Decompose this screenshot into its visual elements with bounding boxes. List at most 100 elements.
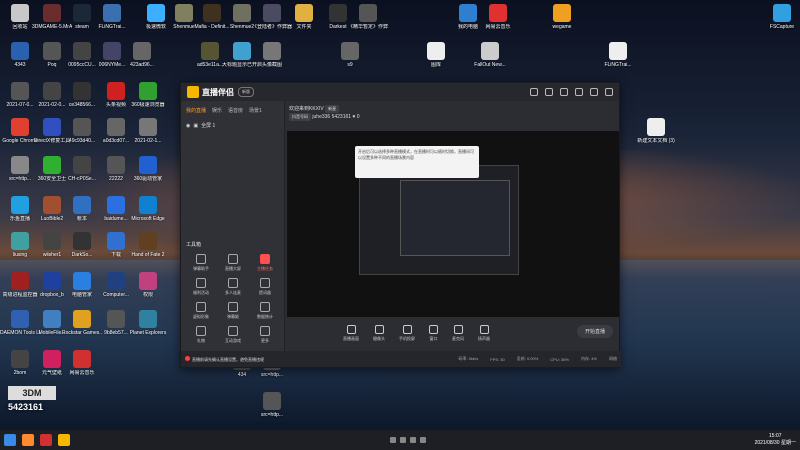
tab-entertainment[interactable]: 娱乐 — [212, 107, 222, 114]
live-app-window[interactable]: 直播伴侣 新版 我的直播 娱乐 语音房 场景1 ◉ ▣ 全屏 1 工具箱 弹幕助… — [180, 82, 621, 368]
desktop-icon[interactable]: Hand of Fate 2 — [128, 232, 168, 266]
desktop-icon[interactable]: 2021-02-1... — [128, 118, 168, 152]
desktop-icon[interactable]: Microsoft Edge — [128, 196, 168, 230]
room-count: 0 — [356, 114, 360, 120]
desktop-icon[interactable]: src=http... — [252, 392, 292, 426]
source-control[interactable]: 窗口 — [429, 324, 438, 342]
scene-item[interactable]: ◉ ▣ 全屏 1 — [181, 120, 284, 131]
tool-icon — [196, 326, 206, 336]
desktop-icon-label: wegame — [552, 24, 572, 30]
settings-icon[interactable] — [560, 88, 568, 96]
watermark-id: 5423161 — [8, 402, 44, 412]
app-titlebar[interactable]: 直播伴侣 新版 — [181, 83, 619, 101]
tool-item[interactable]: 主播任务 — [249, 254, 281, 272]
desktop-app-icon — [263, 392, 281, 410]
desktop-icon[interactable]: s9 — [330, 42, 370, 76]
tab-scene-1[interactable]: 场景1 — [249, 107, 262, 114]
desktop-icon[interactable]: FSCapture — [762, 4, 800, 38]
desktop-app-icon — [359, 4, 377, 22]
desktop-icon-label: Hand of Fate 2 — [131, 252, 165, 258]
desktop-icon[interactable]: FallOut New... — [470, 42, 510, 76]
desktop-icon[interactable]: 图库 — [416, 42, 456, 76]
desktop-app-icon — [103, 4, 121, 22]
tool-label: 多人连麦 — [225, 290, 241, 295]
desktop-app-icon — [481, 42, 499, 60]
desktop-app-icon — [647, 118, 665, 136]
desktop-app-icon — [43, 42, 61, 60]
desktop-app-icon — [43, 272, 61, 290]
source-control-label: 扬声器 — [478, 335, 490, 341]
desktop-icon[interactable]: 网易云音乐 — [478, 4, 518, 38]
desktop-icon[interactable]: 权限 — [128, 272, 168, 306]
avatar-icon[interactable] — [530, 88, 538, 96]
desktop-icon[interactable]: Planet Explorers — [128, 310, 168, 344]
taskbar-app-1-icon[interactable] — [22, 434, 34, 446]
desktop-icon[interactable]: FLiNGTrai... — [598, 42, 638, 76]
desktop-icon-label: 网易云音乐 — [69, 370, 95, 376]
desktop-icon-label: 360极速浏览器 — [131, 102, 165, 108]
tool-label: 直播大屏 — [225, 266, 241, 271]
desktop-icon[interactable]: 360极速浏览器 — [128, 82, 168, 116]
desktop-icon[interactable]: 《精华暂定》作弊... — [348, 4, 388, 38]
tool-item[interactable]: 提词器 — [249, 278, 281, 296]
lock-icon[interactable]: ▣ — [193, 123, 198, 129]
maximize-icon[interactable] — [590, 88, 598, 96]
source-control[interactable]: 摄像头 — [373, 324, 385, 342]
desktop-icon[interactable]: 360驱动管家 — [128, 156, 168, 190]
tab-voice-room[interactable]: 语音房 — [228, 107, 243, 114]
desktop-icon[interactable]: 423ad96... — [122, 42, 162, 76]
desktop-icon-label: src=http... — [260, 372, 284, 378]
start-icon[interactable] — [4, 434, 16, 446]
tool-label: 礼物 — [197, 338, 205, 343]
tray-icon[interactable] — [390, 437, 397, 443]
desktop-icon-label: FSCapture — [769, 24, 795, 30]
desktop-icon[interactable]: 新建文本文档 (3) — [636, 118, 676, 152]
tool-item[interactable]: 数据统计 — [249, 302, 281, 320]
tool-item[interactable]: 更多 — [249, 326, 281, 344]
desktop-app-icon — [107, 82, 125, 100]
tool-item[interactable]: 福利活动 — [185, 278, 217, 296]
source-control-label: 窗口 — [429, 335, 438, 341]
tool-label: 更多 — [261, 338, 269, 343]
taskbar-app-2-icon[interactable] — [40, 434, 52, 446]
tool-item[interactable]: 虚拟形象 — [185, 302, 217, 320]
tool-item[interactable]: 直播大屏 — [217, 254, 249, 272]
tray-icon[interactable] — [400, 437, 407, 443]
go-live-button[interactable]: 开始直播 — [576, 325, 613, 338]
clock[interactable]: 15:07 2021/08/30 星期一 — [755, 433, 796, 447]
tool-item[interactable]: 多人连麦 — [217, 278, 249, 296]
app-statusbar: 直播前请先确认直播设置，避免直播违规 码率: 0kb/s FPS: 30 丢帧:… — [181, 351, 621, 367]
source-control[interactable]: 扬声器 — [478, 324, 490, 342]
version-badge[interactable]: 新版 — [238, 87, 254, 97]
tool-icon — [260, 326, 270, 336]
desktop-app-icon — [103, 42, 121, 60]
source-control[interactable]: 手机投屏 — [399, 324, 415, 342]
tab-my-live[interactable]: 我的直播 — [186, 107, 206, 114]
tool-icon — [260, 302, 270, 312]
source-control[interactable]: 麦克风 — [452, 324, 464, 342]
taskbar-app-3-icon[interactable] — [58, 434, 70, 446]
desktop-icon[interactable]: 头像截图 — [252, 42, 292, 76]
desktop-icon[interactable]: wegame — [542, 4, 582, 38]
tray-icon[interactable] — [410, 437, 417, 443]
desktop-icon[interactable]: FLiNGTrai... — [92, 4, 132, 38]
tool-icon — [228, 254, 238, 264]
tool-item[interactable]: 礼物 — [185, 326, 217, 344]
eye-icon[interactable]: ◉ — [186, 123, 190, 129]
close-icon[interactable] — [605, 88, 613, 96]
desktop-app-icon — [203, 4, 221, 22]
desktop-app-icon — [139, 156, 157, 174]
desktop-app-icon — [73, 156, 91, 174]
message-icon[interactable] — [545, 88, 553, 96]
minimize-icon[interactable] — [575, 88, 583, 96]
tool-item[interactable]: 弹幕姬 — [217, 302, 249, 320]
room-header: 欢迎来到KKXIV 新星 抖音号码 juhe336 5423161 ♥ 0 — [285, 101, 621, 125]
tool-item[interactable]: 弹幕助手 — [185, 254, 217, 272]
desktop-app-icon — [233, 42, 251, 60]
desktop-icon[interactable]: 网易云音乐 — [62, 350, 102, 384]
tray-icon[interactable] — [420, 437, 427, 443]
tool-item[interactable]: 互动游戏 — [217, 326, 249, 344]
follow-button[interactable]: 抖音号码 — [289, 113, 311, 121]
desktop-app-icon — [263, 42, 281, 60]
source-control[interactable]: 直播画面 — [343, 324, 359, 342]
